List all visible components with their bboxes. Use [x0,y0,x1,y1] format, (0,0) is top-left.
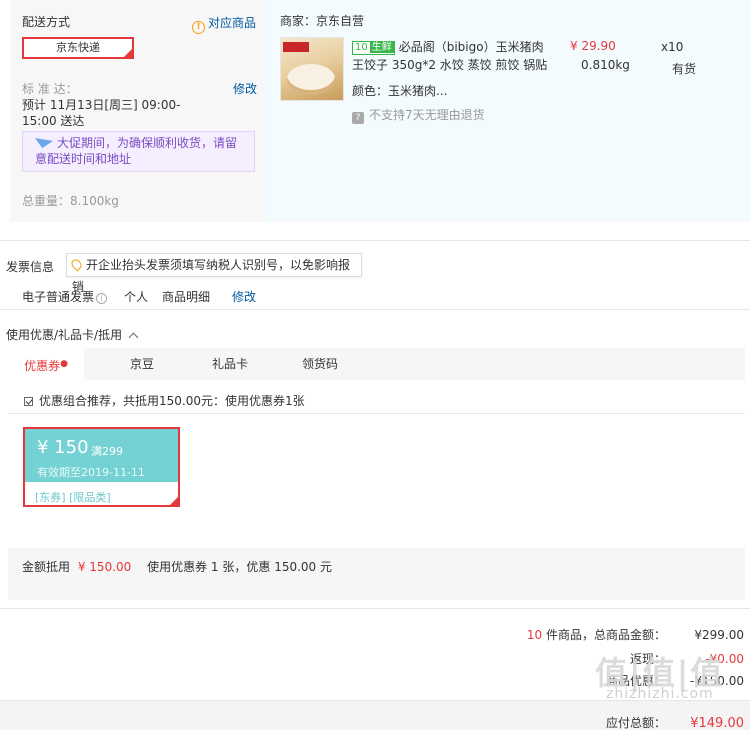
product-image[interactable] [280,37,344,101]
location-pin-icon [69,257,84,272]
delivery-time-edit-link[interactable]: 修改 [233,80,257,97]
coupon-condition: 满299 [91,445,123,458]
related-goods-link[interactable]: ! 对应商品 [192,14,256,34]
fresh-badge: 10 生鲜 [352,41,395,55]
product-name[interactable]: 10 生鲜 必品阁（bibigo）玉米猪肉 王饺子 350g*2 水饺 蒸饺 煎饺 … [352,38,567,74]
coupon-amount: ¥ 150 [37,437,89,458]
tab-redeem-code[interactable]: 领货码 [292,348,348,380]
offset-summary: 金额抵用 ¥ 150.00 使用优惠券 1 张，优惠 150.00 元 [22,558,332,575]
discount-tabs: 优惠券● 京豆 礼品卡 领货码 [8,348,745,380]
divider [8,413,745,414]
product-name-line2: 王饺子 350g*2 水饺 蒸饺 煎饺 锅贴 [352,58,548,72]
merchant-label: 商家：京东自营 [280,14,365,28]
site-watermark-url: zhizhizhi.com [606,686,714,702]
promo-notice-line1: 大促期间，为确保顺利收货，请留 [57,136,238,150]
total-weight: 总重量：8.100kg [22,194,119,208]
warning-icon: ! [192,21,205,34]
offset-description: 使用优惠券 1 张，优惠 150.00 元 [147,560,332,574]
question-icon: ? [352,112,364,124]
invoice-content: 商品明细 [162,290,211,304]
coupon-card[interactable]: ¥ 150 满299 有效期至2019-11-11 [东券] [限品类] [23,427,180,507]
discount-title: 使用优惠/礼品卡/抵用 [6,328,123,342]
item-panel [265,0,750,222]
tab-coupon-label: 优惠券 [24,359,61,373]
summary-total-row: 10 件商品，总商品金额： ¥299.00 [527,626,744,643]
summary-item-count: 10 [526,628,543,642]
delivery-date-line1: 预计 11月13日[周三] 09:00- [22,98,181,112]
product-image-plate [287,64,335,94]
related-goods-label: 对应商品 [208,16,257,30]
info-icon[interactable]: i [96,293,108,304]
tab-gift-card[interactable]: 礼品卡 [204,348,256,380]
tab-jingdou[interactable]: 京豆 [118,348,166,380]
shipping-title: 配送方式 [22,15,71,29]
coupon-expiry: 有效期至2019-11-11 [37,466,145,479]
fresh-badge-number: 10 [353,42,370,53]
product-price: ¥ 29.90 [570,39,616,53]
product-image-tag [283,42,309,52]
selected-corner-mark [124,49,132,57]
invoice-tip: 开企业抬头发票须填写纳税人识别号，以免影响报销 [66,253,362,294]
invoice-owner: 个人 [124,290,149,304]
promo-notice: 大促期间，为确保顺利收货，请留 意配送时间和地址 [22,131,255,172]
selected-corner-mark [170,497,178,505]
divider [0,309,750,310]
summary-count-suffix: 件商品，总商品金额： [542,628,666,642]
divider [0,608,750,609]
product-quantity: x10 [661,40,684,54]
fresh-badge-text: 生鲜 [369,42,394,53]
product-name-line1: 必品阁（bibigo）玉米猪肉 [398,40,544,54]
invoice-type-label: 电子普通发票 [22,290,95,304]
tab-coupon[interactable]: 优惠券● [8,348,84,380]
summary-total-value: ¥299.00 [694,628,744,642]
chevron-up-icon [128,332,139,343]
recommend-combo[interactable]: 优惠组合推荐，共抵用150.00元：使用优惠券1张 [24,392,305,409]
tab-indicator-dot: ● [60,359,68,369]
invoice-type: 电子普通发票 i [22,288,108,305]
return-policy-note: ? 不支持7天无理由退货 [352,106,485,124]
recommend-checkbox[interactable] [24,397,33,406]
promo-notice-line2: 意配送时间和地址 [35,152,132,166]
payable-row: 应付总额： ¥149.00 [606,714,744,730]
invoice-title: 发票信息 [6,260,55,274]
invoice-tip-text: 开企业抬头发票须填写纳税人识别号，以免影响报销 [72,258,351,294]
summary-count-label: 10 件商品，总商品金额： [527,626,666,643]
shipping-mode-option[interactable]: 京东快递 [22,37,134,59]
discount-section-toggle[interactable]: 使用优惠/礼品卡/抵用 [6,326,139,343]
payable-label: 应付总额： [605,716,666,730]
payable-value: ¥149.00 [690,716,744,730]
flag-icon [35,138,53,148]
standard-delivery-label: 标 准 达： [22,82,78,96]
invoice-edit-link[interactable]: 修改 [232,288,256,305]
product-color: 颜色：玉米猪肉... [352,84,448,98]
stock-status: 有货 [672,62,697,76]
coupon-card-header: ¥ 150 满299 有效期至2019-11-11 [25,429,178,482]
shipping-mode-label: 京东快递 [56,41,100,54]
divider [0,240,750,241]
coupon-kinds: [东券] [限品类] [35,491,111,504]
product-weight: 0.810kg [581,58,630,72]
offset-label: 金额抵用 [22,560,71,574]
offset-value: ¥ 150.00 [77,560,132,574]
delivery-date-line2: 15:00 送达 [22,114,85,128]
recommend-text: 优惠组合推荐，共抵用150.00元：使用优惠券1张 [39,394,305,408]
return-policy-text: 不支持7天无理由退货 [369,108,485,122]
